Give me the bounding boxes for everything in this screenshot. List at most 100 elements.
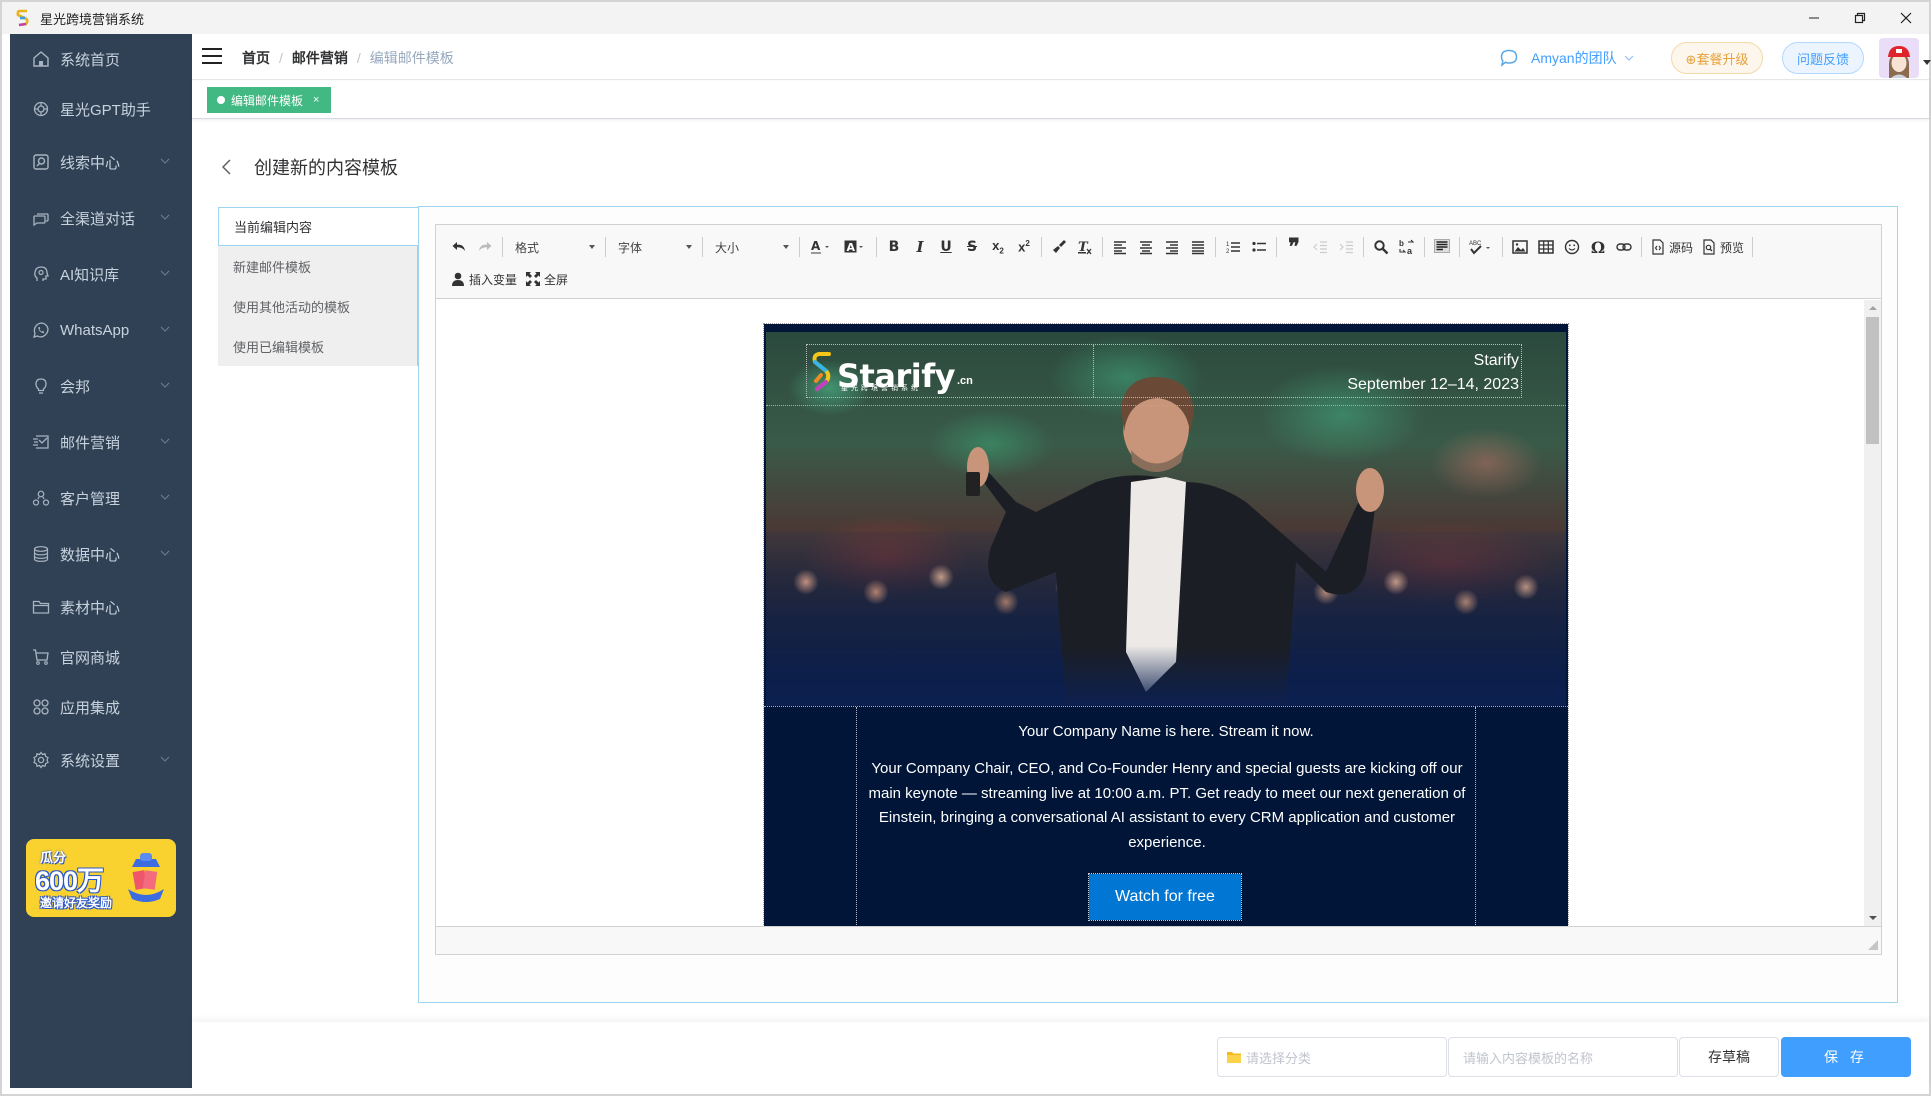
editor-content-area[interactable]: Starify .cn 星光跨境营销系统 Starify September 1… — [436, 300, 1881, 926]
clear-format-icon[interactable]: T — [1072, 235, 1098, 259]
numbered-list-icon[interactable]: 12 — [1220, 235, 1246, 259]
caret-down-icon[interactable] — [1923, 60, 1931, 65]
team-switcher[interactable]: Amyan的团队 — [1499, 48, 1635, 68]
align-center-icon[interactable] — [1133, 235, 1159, 259]
page-title-text: 创建新的内容模板 — [254, 158, 398, 178]
redo-icon[interactable] — [472, 235, 498, 259]
brain-head-icon — [32, 265, 50, 283]
template-name-input[interactable]: 请输入内容模板的名称 — [1448, 1037, 1678, 1077]
breadcrumb-home[interactable]: 首页 — [242, 48, 270, 68]
chevron-down-icon — [160, 214, 170, 220]
tab-new-template[interactable]: 新建邮件模板 — [218, 246, 418, 286]
top-header: 首页 / 邮件营销 / 编辑邮件模板 Amyan的团队 ⊕套餐升级 问题反馈 — [192, 34, 1931, 80]
category-select[interactable]: 请选择分类 — [1217, 1037, 1447, 1077]
source-code-icon — [1652, 239, 1664, 255]
image-icon[interactable] — [1507, 235, 1533, 259]
tab-current-content[interactable]: 当前编辑内容 — [218, 207, 418, 246]
home-icon — [32, 50, 50, 68]
restore-button[interactable] — [1837, 2, 1883, 34]
sidebar-item-gpt[interactable]: 星光GPT助手 — [10, 89, 192, 129]
tab-other-campaign-template[interactable]: 使用其他活动的模板 — [218, 286, 418, 326]
editor-scrollbar[interactable] — [1864, 300, 1881, 926]
superscript-icon[interactable]: x2 — [1011, 235, 1037, 259]
sidebar-item-huibang[interactable]: 会邦 — [10, 366, 192, 406]
italic-icon[interactable]: I — [907, 235, 933, 259]
template-name-placeholder: 请输入内容模板的名称 — [1463, 1050, 1594, 1066]
sidebar-item-home[interactable]: 系统首页 — [10, 39, 192, 79]
insert-variable-button[interactable]: 插入变量 — [446, 267, 521, 291]
align-right-icon[interactable] — [1159, 235, 1185, 259]
find-icon[interactable] — [1368, 235, 1394, 259]
promo-line3: 邀请好友奖励 — [40, 896, 113, 910]
sidebar-item-label: 客户管理 — [60, 490, 121, 508]
bold-icon[interactable]: B — [881, 235, 907, 259]
tab-edited-template[interactable]: 使用已编辑模板 — [218, 326, 418, 366]
underline-icon[interactable]: U — [933, 235, 959, 259]
table-icon[interactable] — [1533, 235, 1559, 259]
preview-label: 预览 — [1720, 240, 1745, 255]
sidebar-item-shop[interactable]: 官网商城 — [10, 637, 192, 677]
preview-button[interactable]: 预览 — [1697, 235, 1748, 259]
sidebar-item-omnichannel[interactable]: 全渠道对话 — [10, 198, 192, 238]
sidebar-item-ai-knowledge[interactable]: AI知识库 — [10, 254, 192, 294]
scroll-up-arrow-icon[interactable] — [1869, 306, 1877, 310]
user-avatar[interactable] — [1879, 38, 1919, 78]
background-color-icon[interactable]: A — [838, 235, 872, 259]
block-select-icon[interactable] — [1429, 235, 1455, 259]
upgrade-plan-button[interactable]: ⊕套餐升级 — [1671, 42, 1763, 74]
feedback-button[interactable]: 问题反馈 — [1782, 42, 1864, 74]
sidebar-item-assets[interactable]: 素材中心 — [10, 587, 192, 627]
scrollbar-thumb[interactable] — [1866, 317, 1879, 444]
size-select[interactable]: 大小 — [707, 235, 795, 259]
align-justify-icon[interactable] — [1185, 235, 1211, 259]
sidebar-item-settings[interactable]: 系统设置 — [10, 740, 192, 780]
undo-icon[interactable] — [446, 235, 472, 259]
outdent-icon[interactable] — [1307, 235, 1333, 259]
minimize-button[interactable] — [1791, 2, 1837, 34]
save-draft-button[interactable]: 存草稿 — [1679, 1037, 1779, 1077]
sidebar-item-email-marketing[interactable]: 邮件营销 — [10, 422, 192, 462]
link-icon[interactable] — [1611, 235, 1637, 259]
resize-handle-icon[interactable] — [1868, 940, 1878, 950]
openai-icon — [32, 100, 50, 118]
format-painter-icon[interactable] — [1046, 235, 1072, 259]
sidebar-item-leads[interactable]: 线索中心 — [10, 142, 192, 182]
invite-promo-banner[interactable]: 瓜分 600万 邀请好友奖励 — [26, 839, 176, 917]
bullet-list-icon[interactable] — [1246, 235, 1272, 259]
format-select[interactable]: 格式 — [507, 235, 601, 259]
special-char-icon[interactable]: Ω — [1585, 235, 1611, 259]
indent-icon[interactable] — [1333, 235, 1359, 259]
sidebar-item-integrations[interactable]: 应用集成 — [10, 687, 192, 727]
chevron-down-icon — [160, 326, 170, 332]
font-select[interactable]: 字体 — [610, 235, 698, 259]
text-color-icon[interactable]: A — [804, 235, 838, 259]
database-icon — [32, 545, 50, 563]
mail-icon — [32, 433, 50, 451]
watch-for-free-button[interactable]: Watch for free — [1088, 873, 1242, 921]
spellcheck-icon[interactable]: ABC — [1464, 235, 1498, 259]
sidebar-item-customers[interactable]: 客户管理 — [10, 478, 192, 518]
emoji-icon[interactable] — [1559, 235, 1585, 259]
replace-icon[interactable]: ba — [1394, 235, 1420, 259]
sidebar-item-label: 星光GPT助手 — [60, 101, 151, 119]
brand-tld: .cn — [956, 375, 973, 387]
sidebar-item-whatsapp[interactable]: WhatsApp — [10, 310, 192, 350]
hamburger-menu-icon[interactable] — [202, 48, 222, 64]
back-arrow-icon[interactable] — [220, 157, 234, 177]
sidebar-item-label: WhatsApp — [60, 321, 130, 339]
sidebar-item-label: 官网商城 — [60, 649, 121, 667]
sidebar-item-data-center[interactable]: 数据中心 — [10, 534, 192, 574]
fullscreen-button[interactable]: 全屏 — [521, 267, 572, 291]
subscript-icon[interactable]: x2 — [985, 235, 1011, 259]
strikethrough-icon[interactable]: S — [959, 235, 985, 259]
align-left-icon[interactable] — [1107, 235, 1133, 259]
close-icon[interactable]: × — [313, 94, 319, 106]
tag-edit-email-template[interactable]: 编辑邮件模板 × — [207, 87, 332, 113]
scroll-down-arrow-icon[interactable] — [1869, 916, 1877, 920]
breadcrumb-email-marketing[interactable]: 邮件营销 — [292, 48, 348, 68]
source-code-button[interactable]: 源码 — [1646, 235, 1697, 259]
fullscreen-label: 全屏 — [544, 272, 569, 287]
save-button[interactable]: 保 存 — [1781, 1037, 1911, 1077]
blockquote-icon[interactable]: ❞ — [1281, 235, 1307, 259]
close-button[interactable] — [1883, 2, 1929, 34]
